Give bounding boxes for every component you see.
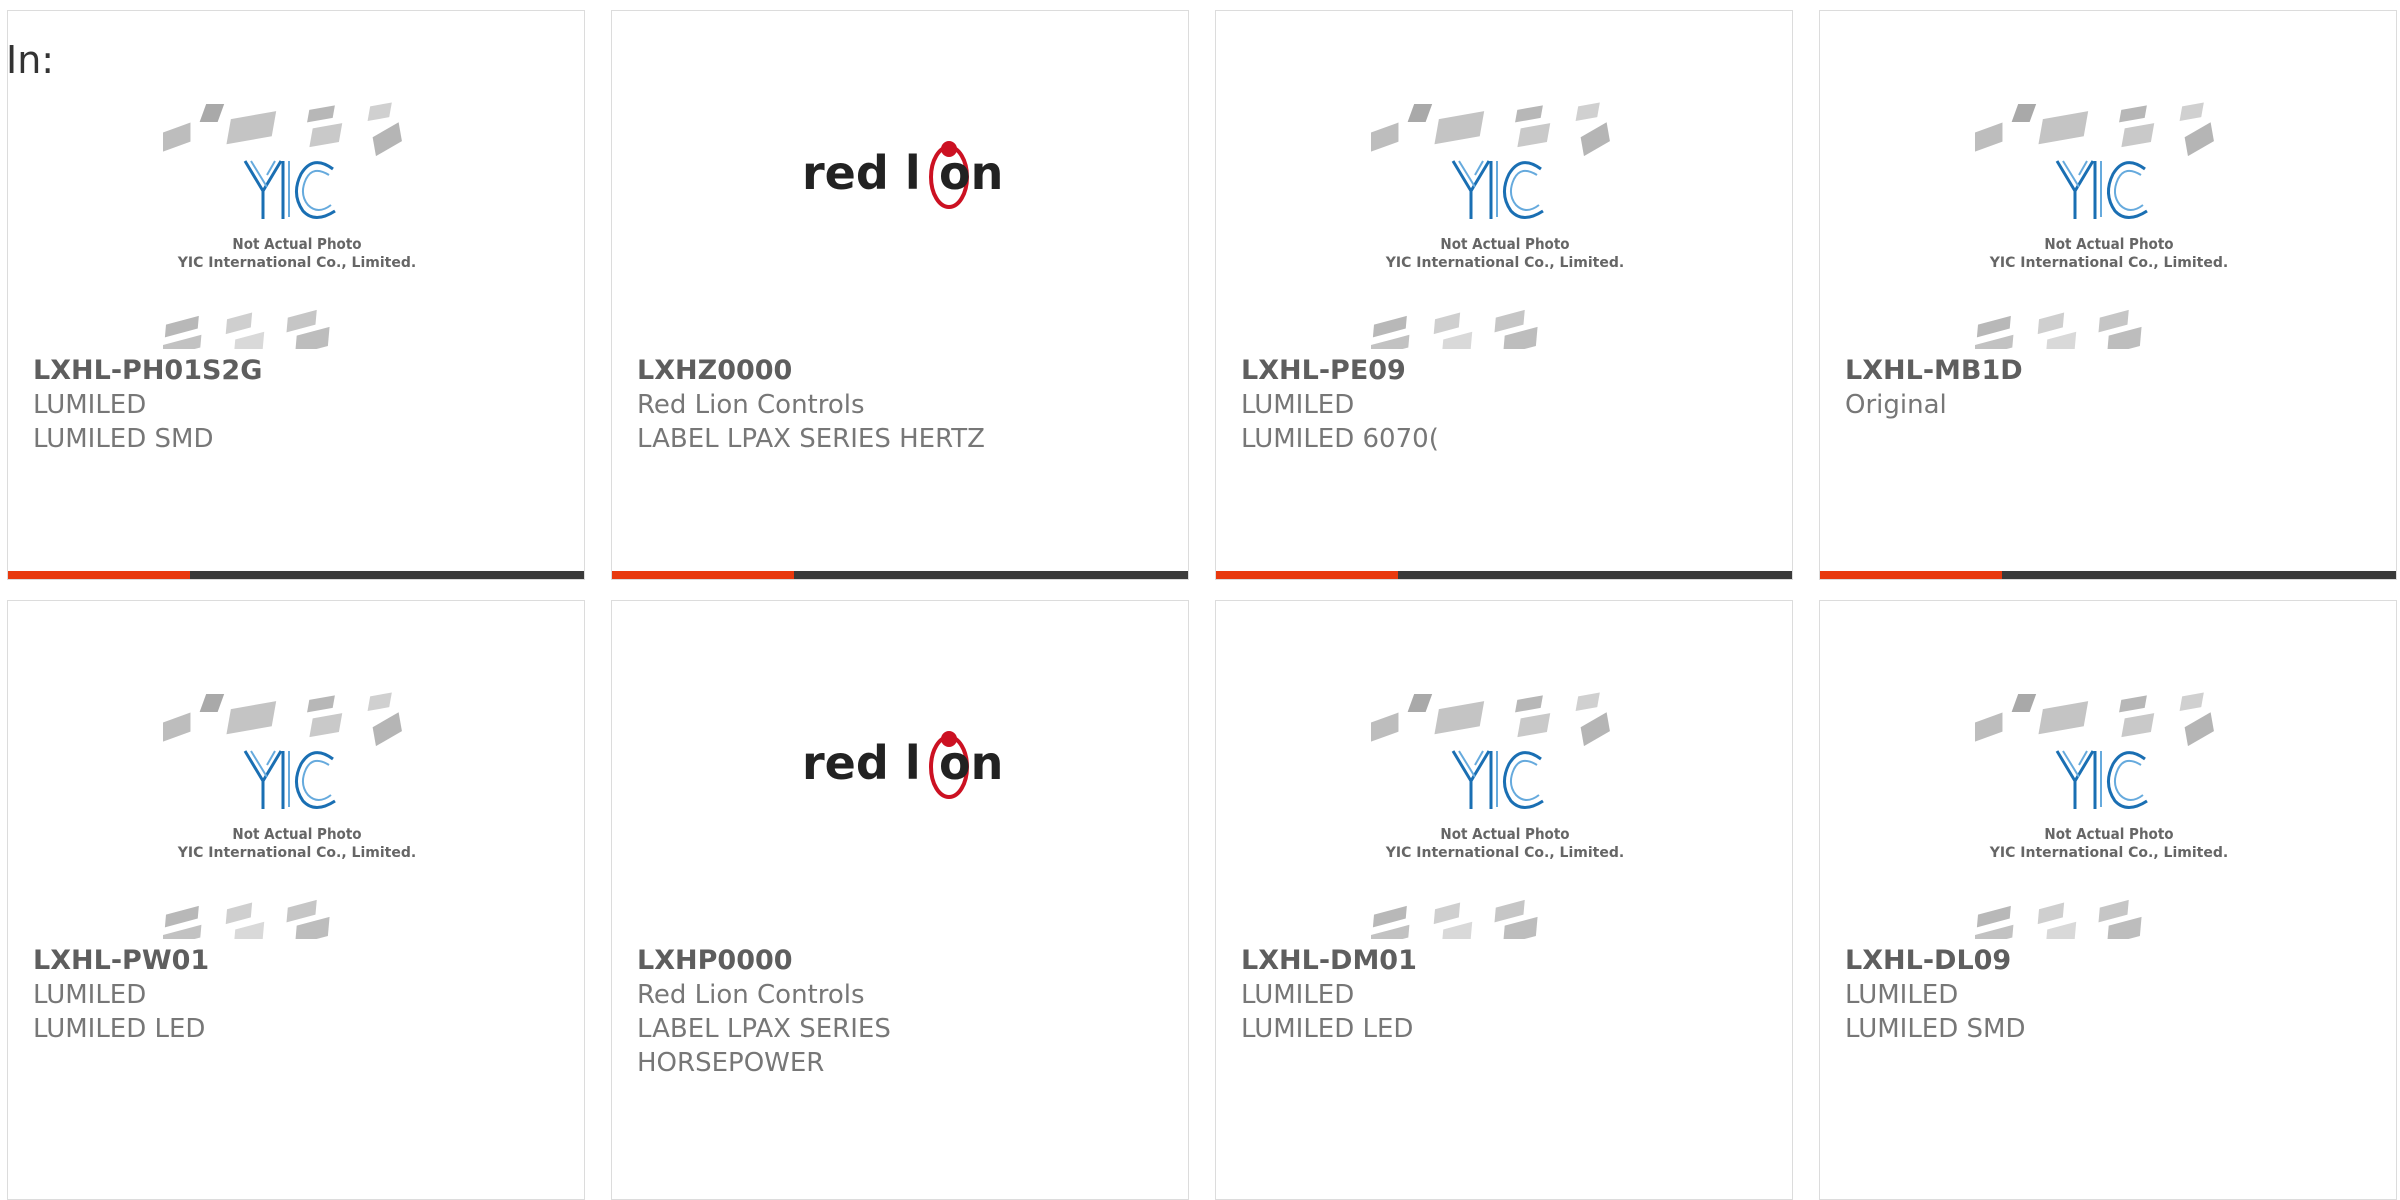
product-card[interactable]: Not Actual Photo YIC International Co., L…: [1215, 600, 1793, 1200]
svg-text:on: on: [939, 146, 1003, 200]
product-card[interactable]: Not Actual Photo YIC International Co., L…: [1215, 10, 1793, 580]
part-number-link[interactable]: LXHL-DL09: [1845, 944, 2376, 978]
product-description: LUMILED LED: [33, 1014, 206, 1044]
svg-text:Not Actual Photo: Not Actual Photo: [232, 825, 361, 843]
product-description: LABEL LPAX SERIES HERTZ: [637, 424, 985, 454]
product-description: LUMILED LED: [1241, 1014, 1414, 1044]
product-description: LABEL LPAX SERIES: [637, 1014, 891, 1044]
svg-text:YIC International Co., Limited: YIC International Co., Limited.: [177, 845, 416, 861]
manufacturer-name: LUMILED: [33, 980, 147, 1010]
part-number-link[interactable]: LXHL-PW01: [33, 944, 564, 978]
manufacturer-name: Red Lion Controls: [637, 390, 865, 420]
svg-text:Not Actual Photo: Not Actual Photo: [2044, 235, 2173, 253]
svg-text:YIC International Co., Limited: YIC International Co., Limited.: [177, 255, 416, 271]
placeholder-product-image[interactable]: Not Actual Photo YIC International Co., L…: [163, 99, 431, 349]
product-description: HORSEPOWER: [637, 1048, 825, 1078]
svg-text:YIC International Co., Limited: YIC International Co., Limited.: [1989, 845, 2228, 861]
placeholder-product-image[interactable]: Not Actual Photo YIC International Co., L…: [1371, 689, 1639, 939]
product-info: LXHL-DM01 LUMILED LUMILED LED: [1241, 944, 1772, 1046]
manufacturer-name: LUMILED: [1241, 390, 1355, 420]
manufacturer-name: Original: [1845, 390, 1947, 420]
card-accent-bar: [8, 571, 584, 579]
card-accent-bar: [1820, 571, 2396, 579]
placeholder-product-image[interactable]: Not Actual Photo YIC International Co., L…: [1975, 99, 2243, 349]
svg-text:Not Actual Photo: Not Actual Photo: [1440, 825, 1569, 843]
card-accent-segment: [1216, 571, 1398, 579]
product-card[interactable]: red l on LXHZ0000 Red Lion Controls LABEL LP…: [611, 10, 1189, 580]
svg-text:on: on: [939, 736, 1003, 790]
placeholder-product-image[interactable]: Not Actual Photo YIC International Co., L…: [1371, 99, 1639, 349]
product-info: LXHL-DL09 LUMILED LUMILED SMD: [1845, 944, 2376, 1046]
product-info: LXHL-MB1D Original: [1845, 354, 2376, 422]
product-info: LXHL-PW01 LUMILED LUMILED LED: [33, 944, 564, 1046]
placeholder-product-image[interactable]: Not Actual Photo YIC International Co., L…: [1975, 689, 2243, 939]
product-card[interactable]: red l on LXHP0000 Red Lion Controls LABEL LP…: [611, 600, 1189, 1200]
card-accent-segment: [612, 571, 794, 579]
svg-text:YIC International Co., Limited: YIC International Co., Limited.: [1385, 845, 1624, 861]
svg-text:Not Actual Photo: Not Actual Photo: [2044, 825, 2173, 843]
svg-text:red l: red l: [802, 736, 921, 790]
red-lion-logo-image[interactable]: red l on: [767, 99, 1035, 349]
product-card[interactable]: Not Actual Photo YIC International Co., L…: [1819, 600, 2397, 1200]
product-description: LUMILED SMD: [33, 424, 214, 454]
card-accent-segment: [8, 571, 190, 579]
product-description: LUMILED SMD: [1845, 1014, 2026, 1044]
card-accent-bar: [1216, 571, 1792, 579]
product-card[interactable]: Not Actual Photo YIC International Co., L…: [7, 10, 585, 580]
product-card[interactable]: Not Actual Photo YIC International Co., L…: [1819, 10, 2397, 580]
part-number-link[interactable]: LXHL-MB1D: [1845, 354, 2376, 388]
manufacturer-name: LUMILED: [33, 390, 147, 420]
product-info: LXHP0000 Red Lion Controls LABEL LPAX SERI…: [637, 944, 1168, 1080]
part-number-link[interactable]: LXHZ0000: [637, 354, 1168, 388]
product-card[interactable]: Not Actual Photo YIC International Co., L…: [7, 600, 585, 1200]
manufacturer-name: LUMILED: [1845, 980, 1959, 1010]
svg-text:red l: red l: [802, 146, 921, 200]
product-info: LXHZ0000 Red Lion Controls LABEL LPAX SERI…: [637, 354, 1168, 456]
manufacturer-name: LUMILED: [1241, 980, 1355, 1010]
filter-label: In:: [6, 38, 55, 82]
product-description: LUMILED 6070(: [1241, 424, 1439, 454]
manufacturer-name: Red Lion Controls: [637, 980, 865, 1010]
part-number-link[interactable]: LXHL-DM01: [1241, 944, 1772, 978]
svg-text:YIC International Co., Limited: YIC International Co., Limited.: [1989, 255, 2228, 271]
svg-text:YIC International Co., Limited: YIC International Co., Limited.: [1385, 255, 1624, 271]
product-info: LXHL-PE09 LUMILED LUMILED 6070(: [1241, 354, 1772, 456]
red-lion-logo-image[interactable]: red l on: [767, 689, 1035, 939]
placeholder-product-image[interactable]: Not Actual Photo YIC International Co., L…: [163, 689, 431, 939]
svg-text:Not Actual Photo: Not Actual Photo: [1440, 235, 1569, 253]
part-number-link[interactable]: LXHP0000: [637, 944, 1168, 978]
card-accent-segment: [1820, 571, 2002, 579]
card-accent-bar: [612, 571, 1188, 579]
part-number-link[interactable]: LXHL-PH01S2G: [33, 354, 564, 388]
product-info: LXHL-PH01S2G LUMILED LUMILED SMD: [33, 354, 564, 456]
svg-text:Not Actual Photo: Not Actual Photo: [232, 235, 361, 253]
part-number-link[interactable]: LXHL-PE09: [1241, 354, 1772, 388]
